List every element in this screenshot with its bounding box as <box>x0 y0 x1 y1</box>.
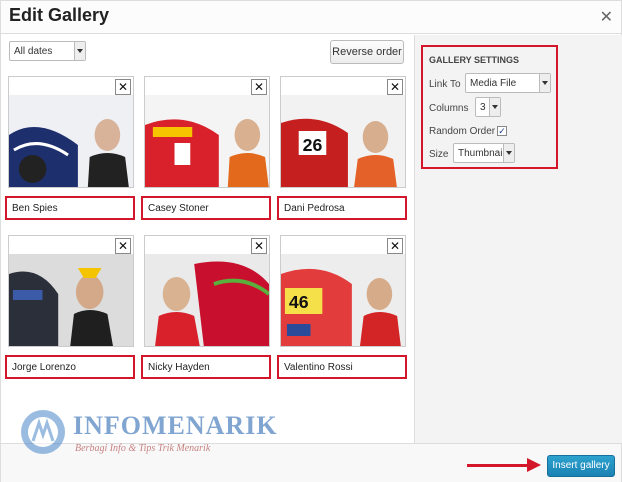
columns-label: Columns <box>429 103 469 114</box>
date-filter-value: All dates <box>14 46 53 57</box>
remove-icon[interactable]: ✕ <box>115 79 131 95</box>
watermark-tagline: Berbagi Info & Tips Trik Menarik <box>75 443 211 454</box>
rider-photo: 26 <box>281 95 405 187</box>
rider-photo <box>145 254 269 346</box>
remove-icon[interactable]: ✕ <box>115 238 131 254</box>
size-value: Thumbnail <box>458 148 505 159</box>
reverse-order-button[interactable]: Reverse order <box>330 40 404 64</box>
random-order-label: Random Order <box>429 126 496 137</box>
remove-icon[interactable]: ✕ <box>251 238 267 254</box>
gallery-item[interactable]: 46 ✕ Valentino Rossi <box>277 235 407 385</box>
size-select[interactable]: Thumbnail <box>453 143 515 163</box>
gallery-item[interactable]: ✕ Ben Spies <box>5 76 135 226</box>
modal-title: Edit Gallery <box>9 5 110 25</box>
settings-title: GALLERY SETTINGS <box>429 55 520 65</box>
modal-header: Edit Gallery ✕ <box>1 1 621 34</box>
chevron-down-icon <box>489 98 500 116</box>
gallery-item[interactable]: 26 ✕ Dani Pedrosa <box>277 76 407 226</box>
edit-gallery-modal: Edit Gallery ✕ All dates Reverse order ✕… <box>0 0 622 482</box>
caption-field-ben-spies[interactable]: Ben Spies <box>5 196 135 220</box>
gallery-item[interactable]: ✕ Casey Stoner <box>141 76 271 226</box>
chevron-down-icon <box>539 74 550 92</box>
logo-icon <box>21 410 65 454</box>
caption-field-dani-pedrosa[interactable]: Dani Pedrosa <box>277 196 407 220</box>
caption-field-nicky-hayden[interactable]: Nicky Hayden <box>141 355 271 379</box>
caption-field-valentino-rossi[interactable]: Valentino Rossi <box>277 355 407 379</box>
link-to-label: Link To <box>429 79 461 90</box>
gallery-settings-panel: GALLERY SETTINGS Link To Media File Colu… <box>421 45 558 169</box>
columns-select[interactable]: 3 <box>475 97 501 117</box>
caption-field-casey-stoner[interactable]: Casey Stoner <box>141 196 271 220</box>
size-label: Size <box>429 149 449 160</box>
remove-icon[interactable]: ✕ <box>387 238 403 254</box>
gallery-item[interactable]: ✕ Nicky Hayden <box>141 235 271 385</box>
date-filter-select[interactable]: All dates <box>9 41 86 61</box>
svg-text:26: 26 <box>303 135 323 155</box>
caption-field-jorge-lorenzo[interactable]: Jorge Lorenzo <box>5 355 135 379</box>
toolbar: All dates Reverse order <box>1 35 413 69</box>
columns-value: 3 <box>480 102 486 113</box>
link-to-value: Media File <box>470 78 517 89</box>
arrow-right-icon <box>527 458 541 472</box>
annotation-arrow <box>467 464 529 467</box>
gallery-grid: ✕ Ben Spies ✕ Casey Stoner 26 ✕ Dani Ped… <box>1 69 415 441</box>
chevron-down-icon <box>74 42 85 60</box>
svg-text:46: 46 <box>289 292 309 312</box>
remove-icon[interactable]: ✕ <box>251 79 267 95</box>
insert-gallery-button[interactable]: Insert gallery <box>547 455 615 477</box>
gallery-item[interactable]: ✕ Jorge Lorenzo <box>5 235 135 385</box>
rider-photo <box>9 95 133 187</box>
random-order-checkbox[interactable]: ✓ <box>497 126 507 136</box>
watermark-logo: INFOMENARIK Berbagi Info & Tips Trik Men… <box>19 403 277 463</box>
rider-photo <box>9 254 133 346</box>
chevron-down-icon <box>503 144 514 162</box>
watermark-name: INFOMENARIK <box>73 411 278 440</box>
rider-photo: 46 <box>281 254 405 346</box>
link-to-select[interactable]: Media File <box>465 73 551 93</box>
remove-icon[interactable]: ✕ <box>387 79 403 95</box>
rider-photo <box>145 95 269 187</box>
close-icon[interactable]: ✕ <box>600 7 613 27</box>
